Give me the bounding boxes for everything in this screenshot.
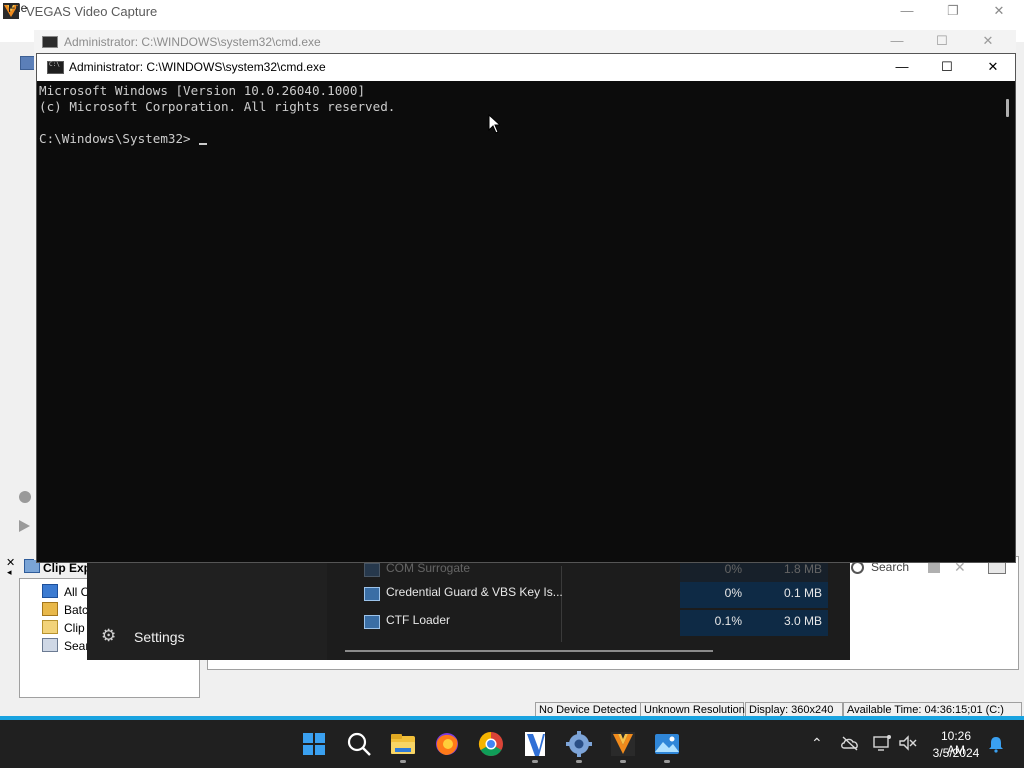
terminal-prompt[interactable]: C:\Windows\System32> <box>39 131 191 146</box>
file-explorer-icon[interactable] <box>387 728 419 760</box>
running-indicator <box>620 760 626 763</box>
process-icon <box>364 587 380 601</box>
view-mode-icon[interactable] <box>988 562 1006 574</box>
running-indicator <box>400 760 406 763</box>
running-indicator <box>576 760 582 763</box>
vegas-menu-file[interactable]: File <box>8 1 27 15</box>
cmd-close-button[interactable]: ✕ <box>970 54 1016 80</box>
cmd-back-close-button[interactable]: ✕ <box>965 30 1011 54</box>
process-icon <box>364 563 380 577</box>
vegas-restore-button[interactable]: ❐ <box>930 0 976 24</box>
cmd-title: Administrator: C:\WINDOWS\system32\cmd.e… <box>69 60 326 74</box>
vegas-side-strip <box>0 42 36 552</box>
running-indicator <box>664 760 670 763</box>
tree-item-all-clips[interactable]: All C <box>42 584 89 601</box>
firefox-icon[interactable] <box>431 728 463 760</box>
tree-item-label: Batc <box>64 603 89 617</box>
process-icon <box>364 615 380 629</box>
terminal-line: (c) Microsoft Corporation. All rights re… <box>39 99 396 114</box>
tree-item-clip[interactable]: Clip <box>42 620 85 637</box>
folder-icon <box>42 620 58 634</box>
process-name: CTF Loader <box>386 613 451 627</box>
terminal-icon <box>42 36 58 48</box>
terminal-output[interactable] <box>37 81 999 562</box>
gear-icon[interactable]: ⚙ <box>101 626 116 646</box>
process-cpu: 0.1% <box>680 610 748 636</box>
clock-date[interactable]: 3/5/2024 <box>931 746 981 760</box>
vegas-close-button[interactable]: ✕ <box>976 0 1022 24</box>
tree-item-label: All C <box>64 585 90 599</box>
process-name: COM Surrogate <box>386 561 471 575</box>
visual-studio-code-icon[interactable] <box>519 728 551 760</box>
cmd-back-minimize-button[interactable]: — <box>874 30 920 54</box>
horizontal-scrollbar[interactable] <box>345 650 713 652</box>
taskbar <box>0 720 1024 768</box>
tree-item-label: Clip <box>64 621 85 635</box>
batch-icon <box>42 602 58 616</box>
vegas-minimize-button[interactable]: — <box>884 0 930 24</box>
process-row[interactable]: Credential Guard & VBS Key Is... 0% 0.1 … <box>362 582 828 608</box>
search-folder-icon <box>42 638 58 652</box>
running-indicator <box>532 760 538 763</box>
text-cursor <box>199 143 207 145</box>
start-icon[interactable] <box>298 728 330 760</box>
process-name: Credential Guard & VBS Key Is... <box>386 585 563 599</box>
task-manager-settings[interactable]: Settings <box>134 629 185 645</box>
play-icon[interactable] <box>19 520 30 532</box>
pin-icon[interactable]: ◂ <box>7 567 12 578</box>
cmd-minimize-button[interactable]: — <box>879 54 925 80</box>
cmd-maximize-button[interactable]: ☐ <box>924 54 970 80</box>
vegas-icon[interactable] <box>607 728 639 760</box>
notification-bell-icon[interactable] <box>988 735 1004 753</box>
process-cpu: 0% <box>680 582 748 608</box>
cmd-back-title: Administrator: C:\WINDOWS\system32\cmd.e… <box>64 35 321 49</box>
network-icon[interactable] <box>872 734 892 752</box>
process-row[interactable]: CTF Loader 0.1% 3.0 MB <box>362 610 828 636</box>
vegas-title: VEGAS Video Capture <box>26 4 158 19</box>
chevron-up-icon[interactable]: ⌃ <box>811 735 823 752</box>
mouse-pointer-icon <box>488 114 500 134</box>
chrome-icon[interactable] <box>475 728 507 760</box>
process-memory: 0.1 MB <box>748 582 828 608</box>
process-memory: 3.0 MB <box>748 610 828 636</box>
delete-icon[interactable] <box>928 562 940 573</box>
scrollbar-thumb[interactable] <box>1006 99 1009 117</box>
tree-item-label: Sear <box>64 639 90 653</box>
task-manager-nav <box>87 560 327 660</box>
tree-item-batch[interactable]: Batc <box>42 602 88 619</box>
record-icon[interactable] <box>19 491 31 503</box>
clip-explorer-title: Clip Exp <box>43 561 92 575</box>
cmd-back-maximize-button[interactable]: ☐ <box>919 30 965 54</box>
onedrive-off-icon[interactable] <box>840 735 860 751</box>
photos-icon[interactable] <box>651 728 683 760</box>
search-icon[interactable] <box>343 728 375 760</box>
all-clips-icon <box>42 584 58 598</box>
terminal-line: Microsoft Windows [Version 10.0.26040.10… <box>39 83 366 98</box>
volume-muted-icon[interactable] <box>898 735 918 751</box>
vertical-scrollbar[interactable] <box>999 81 1015 562</box>
settings-icon[interactable] <box>563 728 595 760</box>
terminal-icon-text: C:\ <box>49 61 60 68</box>
tree-item-search[interactable]: Sear <box>42 638 89 655</box>
